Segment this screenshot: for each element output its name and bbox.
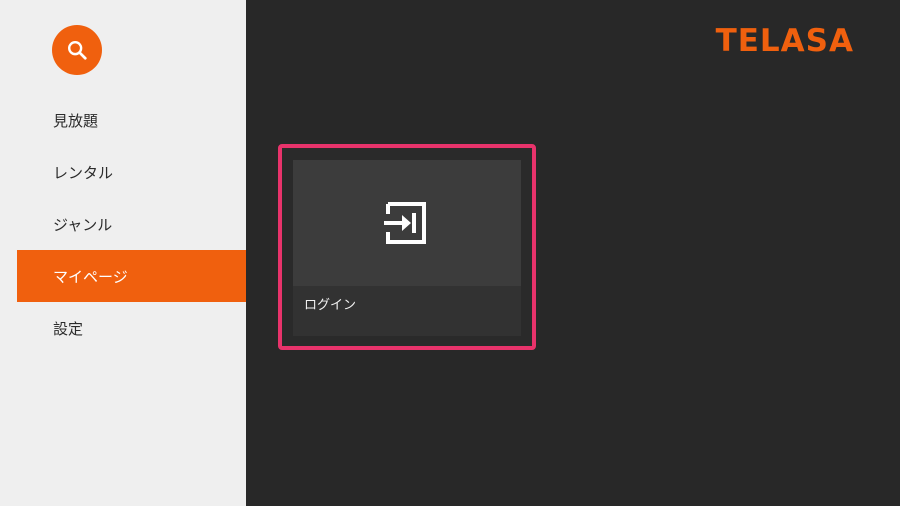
sidebar-item-label: マイページ (53, 267, 128, 286)
telasa-logo: TELASA (715, 23, 854, 59)
sidebar-item-rental[interactable]: レンタル (17, 146, 246, 198)
search-button[interactable] (52, 25, 102, 75)
sidebar-item-settings[interactable]: 設定 (17, 302, 246, 354)
login-icon (384, 202, 426, 244)
sidebar-item-label: 設定 (53, 319, 84, 338)
sidebar-item-mihodai[interactable]: 見放題 (17, 94, 246, 146)
sidebar-item-mypage[interactable]: マイページ (17, 250, 246, 302)
card-thumbnail (293, 160, 521, 286)
app-window: 見放題 レンタル ジャンル マイページ 設定 TELASA ログイン (0, 0, 900, 506)
sidebar-item-genre[interactable]: ジャンル (17, 198, 246, 250)
search-icon (68, 41, 87, 60)
login-card[interactable]: ログイン (293, 160, 521, 336)
sidebar: 見放題 レンタル ジャンル マイページ 設定 (0, 0, 246, 506)
sidebar-nav: 見放題 レンタル ジャンル マイページ 設定 (17, 94, 246, 354)
card-label-area: ログイン (293, 286, 521, 336)
sidebar-item-label: ジャンル (53, 215, 113, 234)
card-label: ログイン (304, 298, 357, 313)
sidebar-item-label: レンタル (53, 163, 114, 182)
sidebar-item-label: 見放題 (53, 111, 99, 130)
card-focus-ring: ログイン (278, 144, 536, 350)
